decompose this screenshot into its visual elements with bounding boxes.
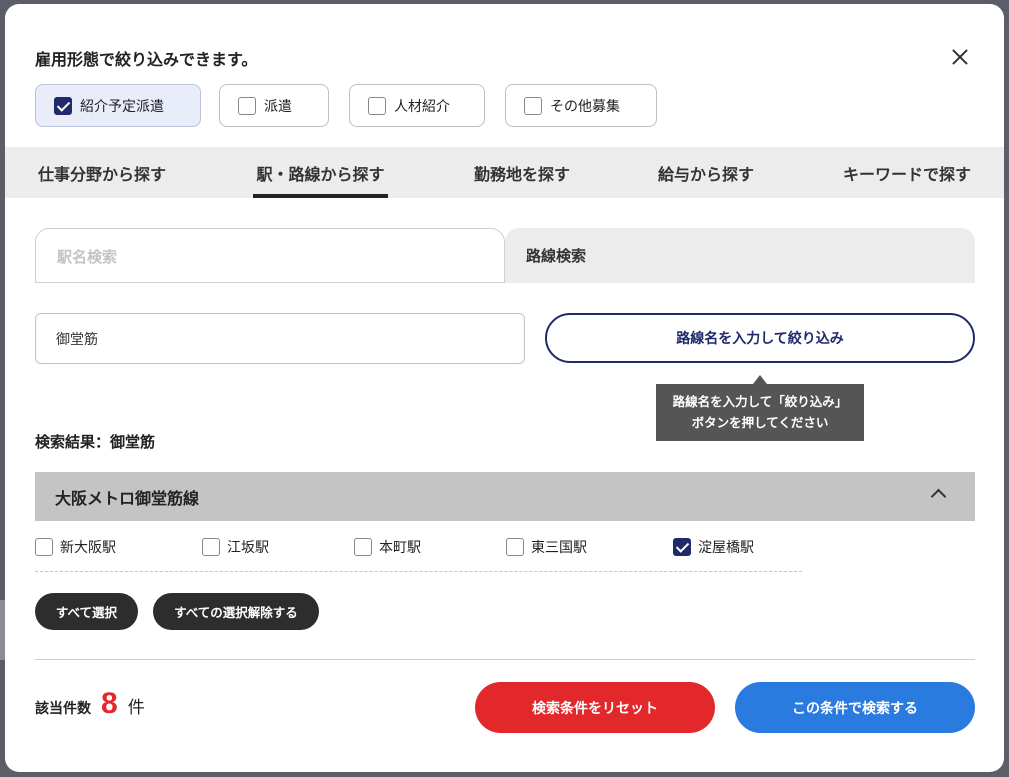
checkbox-icon[interactable] [202, 538, 220, 556]
station-label: 江坂駅 [227, 540, 269, 556]
select-all-button[interactable]: すべて選択 [35, 593, 138, 630]
checkbox-icon[interactable] [35, 538, 53, 556]
station-option[interactable]: 本町駅 [354, 537, 421, 557]
search-result-label: 検索結果：御堂筋 [35, 433, 156, 451]
modal-title: 雇用形態で絞り込みできます。 [35, 50, 258, 69]
station-option[interactable]: 江坂駅 [202, 537, 269, 557]
count-value: 8 [101, 687, 118, 720]
checkbox-checked-icon[interactable] [54, 96, 72, 115]
employment-option-label: 人材紹介 [394, 98, 450, 115]
tab-keyword[interactable]: キーワードで探す [838, 147, 976, 198]
reset-button[interactable]: 検索条件をリセット [475, 682, 715, 733]
tooltip-line-1: 路線名を入力して「絞り込み」 [672, 394, 848, 409]
count-unit: 件 [127, 698, 145, 718]
search-tabs: 仕事分野から探す 駅・路線から探す 勤務地を探す 給与から探す キーワードで探す [5, 147, 1004, 198]
checkbox-icon[interactable] [354, 538, 372, 556]
deselect-all-button[interactable]: すべての選択解除する [153, 593, 319, 630]
station-label: 新大阪駅 [60, 540, 116, 556]
line-name: 大阪メトロ御堂筋線 [55, 488, 200, 508]
filter-modal: 雇用形態で絞り込みできます。 紹介予定派遣 派遣 人材紹介 その他募集 仕事分野… [5, 4, 1004, 772]
footer-divider [35, 659, 975, 660]
subtab-line-search[interactable]: 路線検索 [505, 228, 975, 283]
line-name-input[interactable] [35, 313, 525, 364]
tab-work-location[interactable]: 勤務地を探す [467, 147, 577, 198]
checkbox-icon[interactable] [506, 538, 524, 556]
result-count: 該当件数 8 件 [35, 687, 145, 721]
station-option[interactable]: 東三国駅 [506, 537, 587, 557]
employment-option-sonota[interactable]: その他募集 [505, 84, 657, 127]
checkbox-icon[interactable] [368, 96, 386, 115]
station-option[interactable]: 淀屋橋駅 [673, 537, 754, 557]
tab-station-line[interactable]: 駅・路線から探す [253, 147, 388, 198]
checkbox-icon[interactable] [524, 96, 542, 115]
station-divider [35, 571, 802, 572]
station-label: 本町駅 [379, 540, 421, 556]
chevron-up-icon[interactable] [930, 488, 947, 505]
filter-by-line-button[interactable]: 路線名を入力して絞り込み [545, 313, 975, 363]
line-accordion-header[interactable]: 大阪メトロ御堂筋線 [35, 472, 975, 521]
station-label: 淀屋橋駅 [698, 540, 754, 556]
subtab-station-search[interactable]: 駅名検索 [35, 228, 505, 283]
count-label: 該当件数 [35, 701, 91, 717]
employment-option-label: その他募集 [550, 98, 620, 115]
employment-option-shokai-yotei-haken[interactable]: 紹介予定派遣 [35, 84, 201, 127]
tab-salary[interactable]: 給与から探す [651, 147, 761, 198]
employment-option-label: 紹介予定派遣 [80, 98, 164, 115]
filter-tooltip: 路線名を入力して「絞り込み」 ボタンを押してください [656, 375, 864, 441]
tooltip-line-2: ボタンを押してください [691, 415, 829, 430]
tab-job-field[interactable]: 仕事分野から探す [35, 147, 169, 198]
employment-option-label: 派遣 [264, 98, 292, 115]
subtab-divider [35, 282, 505, 283]
employment-option-haken[interactable]: 派遣 [219, 84, 329, 127]
employment-option-jinzai-shokai[interactable]: 人材紹介 [349, 84, 485, 127]
station-label: 東三国駅 [531, 540, 587, 556]
checkbox-icon[interactable] [238, 96, 256, 115]
station-option[interactable]: 新大阪駅 [35, 537, 116, 557]
checkbox-checked-icon[interactable] [673, 538, 691, 556]
search-button[interactable]: この条件で検索する [735, 682, 975, 733]
close-icon[interactable] [945, 42, 975, 72]
